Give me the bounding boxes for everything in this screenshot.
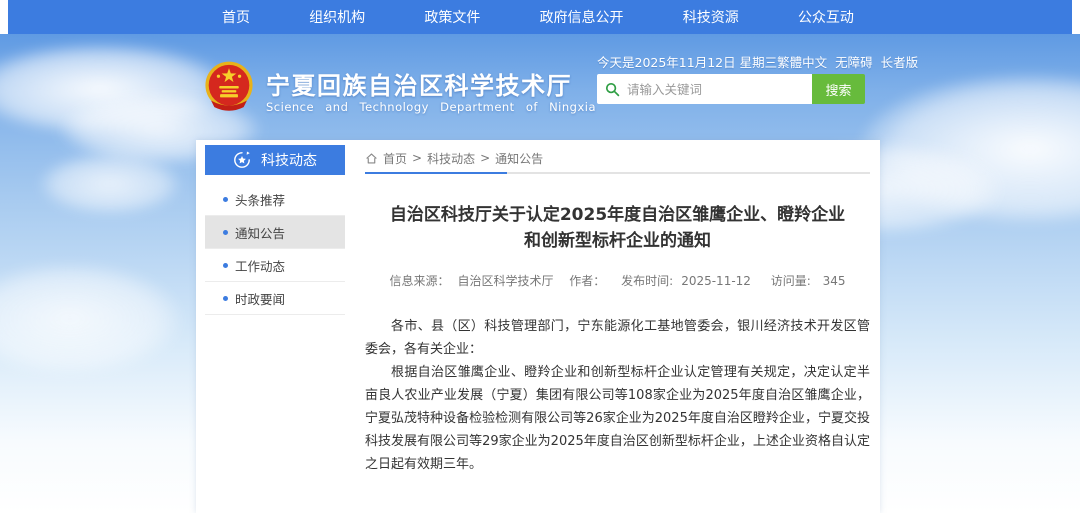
search-bar: 搜索 (597, 74, 865, 104)
search-button[interactable]: 搜索 (812, 74, 865, 104)
breadcrumb-notices[interactable]: 通知公告 (495, 150, 543, 167)
breadcrumb-separator: > (480, 151, 490, 165)
nav-item-policy-documents[interactable]: 政策文件 (424, 7, 480, 27)
search-icon (605, 82, 620, 97)
sidebar-item-label: 通知公告 (235, 223, 285, 242)
top-nav-bar: 首页 组织机构 政策文件 政府信息公开 科技资源 公众互动 (8, 0, 1072, 34)
nav-item-tech-resources[interactable]: 科技资源 (683, 7, 739, 27)
site-title: 宁夏回族自治区科学技术厅 (266, 66, 572, 101)
sidebar-header: 科技动态 (205, 145, 345, 175)
home-icon (365, 152, 378, 165)
sidebar-title: 科技动态 (261, 150, 317, 170)
nav-item-home[interactable]: 首页 (222, 7, 250, 27)
cloud-decoration (40, 154, 180, 214)
link-traditional-chinese[interactable]: 繁體中文 (777, 52, 827, 71)
article-paragraph: 根据自治区雏鹰企业、瞪羚企业和创新型标杆企业认定管理有关规定，决定认定半亩良人农… (365, 361, 870, 476)
breadcrumb-divider (365, 172, 870, 174)
article-paragraph: 各市、县（区）科技管理部门，宁东能源化工基地管委会，银川经济技术开发区管委会，各… (365, 315, 870, 361)
page: 首页 组织机构 政策文件 政府信息公开 科技资源 公众互动 宁夏回族自治区科学技… (0, 0, 1080, 513)
current-date: 今天是2025年11月12日 星期三 (597, 52, 777, 71)
breadcrumb-separator: > (412, 151, 422, 165)
search-input[interactable] (627, 82, 804, 97)
site-subtitle-english: Science and Technology Department of Nin… (266, 100, 596, 114)
article-meta: 信息来源： 自治区科学技术厅 作者： 发布时间: 2025-11-12 访问量: 3… (365, 272, 870, 289)
link-elder-version[interactable]: 长者版 (881, 52, 919, 71)
meta-source-label: 信息来源： (389, 274, 449, 288)
meta-publish-date: 2025-11-12 (681, 274, 751, 288)
bullet-icon (223, 230, 228, 235)
article-main: 首页 > 科技动态 > 通知公告 自治区科技厅关于认定2025年度自治区雏鹰企业… (365, 146, 870, 513)
nav-item-organization[interactable]: 组织机构 (309, 7, 365, 27)
sidebar-item-current-politics[interactable]: 时政要闻 (205, 282, 345, 315)
article-body: 各市、县（区）科技管理部门，宁东能源化工基地管委会，银川经济技术开发区管委会，各… (365, 315, 870, 476)
bullet-icon (223, 263, 228, 268)
breadcrumb-home[interactable]: 首页 (383, 150, 407, 167)
breadcrumb: 首页 > 科技动态 > 通知公告 (365, 146, 870, 170)
sidebar-item-label: 头条推荐 (235, 190, 285, 209)
content-card: 科技动态 头条推荐 通知公告 工作动态 时政要闻 (196, 140, 880, 513)
breadcrumb-tech-news[interactable]: 科技动态 (427, 150, 475, 167)
national-emblem-logo (203, 60, 255, 112)
news-star-icon (233, 151, 251, 169)
meta-views-label: 访问量: (771, 274, 811, 288)
sidebar-item-work-updates[interactable]: 工作动态 (205, 249, 345, 282)
meta-author-label: 作者： (569, 274, 605, 288)
sidebar-item-notices[interactable]: 通知公告 (205, 216, 345, 249)
nav-item-public-interaction[interactable]: 公众互动 (798, 7, 854, 27)
sidebar-item-label: 时政要闻 (235, 289, 285, 308)
meta-publish-label: 发布时间: (621, 274, 673, 288)
cloud-decoration (0, 264, 180, 374)
meta-views-count: 345 (823, 274, 846, 288)
article-title: 自治区科技厅关于认定2025年度自治区雏鹰企业、瞪羚企业 和创新型标杆企业的通知 (365, 202, 870, 254)
sidebar: 科技动态 头条推荐 通知公告 工作动态 时政要闻 (205, 145, 345, 315)
bullet-icon (223, 197, 228, 202)
meta-source-value: 自治区科学技术厅 (457, 274, 553, 288)
link-accessibility[interactable]: 无障碍 (835, 52, 873, 71)
sidebar-item-label: 工作动态 (235, 256, 285, 275)
sidebar-item-headlines[interactable]: 头条推荐 (205, 183, 345, 216)
nav-item-gov-info-disclosure[interactable]: 政府信息公开 (540, 7, 624, 27)
bullet-icon (223, 296, 228, 301)
